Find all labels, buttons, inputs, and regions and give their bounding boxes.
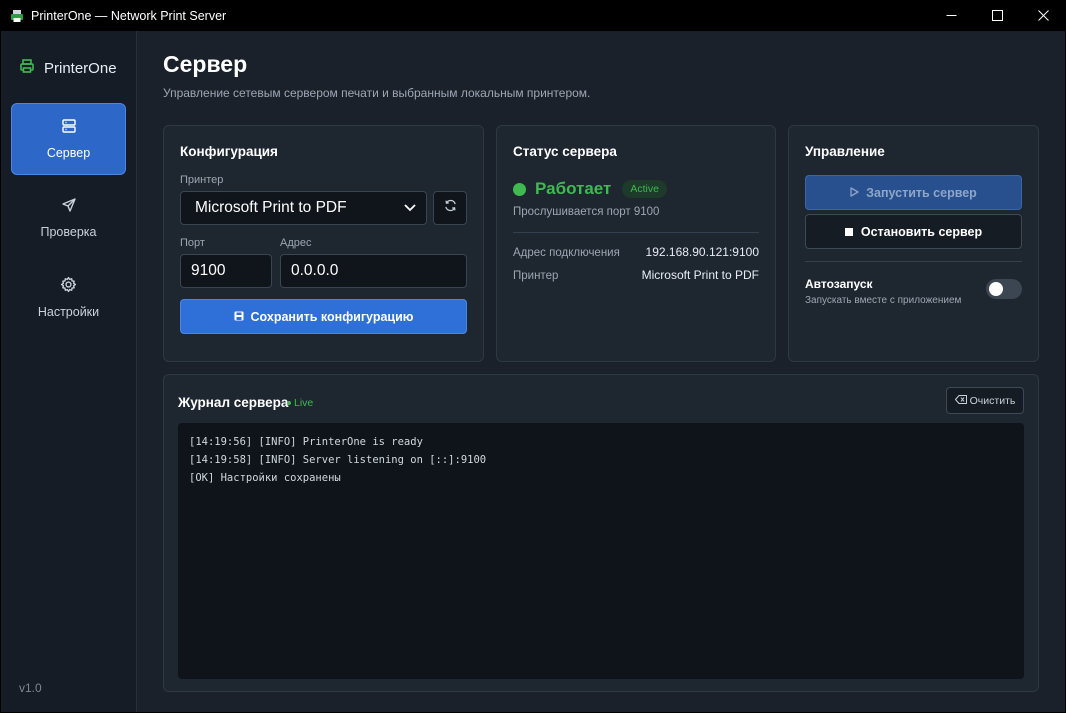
clear-log-label: Очистить — [969, 394, 1016, 407]
live-label: Live — [294, 397, 314, 409]
page-title: Сервер — [163, 51, 248, 77]
save-config-label: Сохранить конфигурацию — [250, 309, 414, 324]
connection-address-label: Адрес подключения — [513, 247, 620, 259]
config-card: Конфигурация Принтер Microsoft Print to … — [163, 125, 484, 362]
start-server-button[interactable]: Запустить сервер — [805, 175, 1022, 210]
log-line: [14:19:58] [INFO] Server listening on [:… — [189, 454, 487, 466]
autostart-toggle[interactable] — [986, 279, 1022, 299]
stop-server-button[interactable]: Остановить сервер — [805, 214, 1022, 249]
address-label: Адрес — [280, 237, 312, 249]
sidebar-item-label: Проверка — [40, 225, 97, 239]
window-title: PrinterOne — Network Print Server — [31, 8, 227, 23]
server-icon — [61, 118, 77, 139]
start-server-label: Запустить сервер — [866, 185, 977, 200]
printer-icon — [19, 58, 35, 79]
app-version: v1.0 — [19, 681, 42, 695]
status-printer-value: Microsoft Print to PDF — [641, 268, 759, 282]
sidebar-item-settings[interactable]: Настройки — [11, 261, 126, 333]
printer-label: Принтер — [180, 174, 224, 186]
floppy-disk-icon — [234, 310, 244, 324]
refresh-icon — [444, 199, 457, 217]
close-button[interactable] — [1020, 0, 1066, 31]
status-badge: Active — [622, 180, 667, 198]
log-output[interactable]: [14:19:56] [INFO] PrinterOne is ready [1… — [178, 423, 1024, 679]
brand-name: PrinterOne — [44, 60, 117, 77]
gear-icon — [60, 276, 77, 298]
app-window: PrinterOne Сервер Проверка Настройки v1.… — [1, 31, 1065, 712]
connection-address-value: 192.168.90.121:9100 — [645, 245, 759, 259]
send-icon — [61, 197, 77, 218]
title-bar: PrinterOne — Network Print Server — [0, 0, 1066, 31]
log-line: [14:19:56] [INFO] PrinterOne is ready — [189, 436, 423, 448]
status-card: Статус сервера Работает Active Прослушив… — [496, 125, 776, 362]
config-title: Конфигурация — [180, 144, 278, 159]
control-divider — [805, 261, 1022, 262]
status-indicator: Работает Active — [513, 179, 667, 199]
address-input-value: 0.0.0.0 — [291, 262, 339, 279]
port-input[interactable]: 9100 — [180, 254, 272, 288]
control-title: Управление — [805, 144, 885, 159]
minimize-button[interactable] — [928, 0, 974, 31]
address-input[interactable]: 0.0.0.0 — [280, 254, 467, 288]
status-divider — [513, 232, 759, 233]
log-title: Журнал сервера — [178, 395, 289, 410]
stop-server-label: Остановить сервер — [860, 224, 983, 239]
live-dot-icon — [287, 401, 291, 405]
sidebar-item-check[interactable]: Проверка — [11, 182, 126, 254]
maximize-button[interactable] — [974, 0, 1020, 31]
control-card: Управление Запустить сервер Остановить с… — [788, 125, 1039, 362]
autostart-description: Запускать вместе с приложением — [805, 295, 962, 306]
listening-port-text: Прослушивается порт 9100 — [513, 206, 660, 218]
toggle-knob — [989, 282, 1003, 296]
sidebar-item-label: Настройки — [37, 304, 100, 319]
chevron-down-icon — [404, 199, 416, 217]
clear-log-button[interactable]: Очистить — [946, 387, 1024, 414]
log-line: [OK] Настройки сохранены — [189, 472, 341, 484]
log-card: Журнал сервера Live Очистить [14:19:56] … — [163, 374, 1039, 692]
refresh-printers-button[interactable] — [433, 191, 467, 225]
save-config-button[interactable]: Сохранить конфигурацию — [180, 299, 467, 334]
page-subtitle: Управление сетевым сервером печати и выб… — [163, 86, 591, 100]
printer-app-icon — [9, 8, 25, 24]
brand: PrinterOne — [19, 58, 117, 79]
printer-select-value: Microsoft Print to PDF — [195, 199, 347, 216]
sidebar: PrinterOne Сервер Проверка Настройки v1.… — [1, 31, 137, 712]
sidebar-item-server[interactable]: Сервер — [11, 103, 126, 175]
status-state: Работает — [535, 179, 612, 198]
status-title: Статус сервера — [513, 144, 617, 159]
printer-select[interactable]: Microsoft Print to PDF — [180, 191, 427, 225]
backspace-icon — [954, 394, 967, 407]
port-input-value: 9100 — [191, 262, 226, 279]
main-content: Сервер Управление сетевым сервером печат… — [137, 31, 1065, 712]
autostart-title: Автозапуск — [805, 277, 873, 291]
stop-icon — [844, 225, 853, 239]
play-icon — [850, 186, 859, 200]
live-indicator: Live — [287, 397, 313, 409]
port-label: Порт — [180, 237, 205, 249]
status-printer-label: Принтер — [513, 270, 559, 282]
status-dot-icon — [513, 182, 526, 196]
sidebar-item-label: Сервер — [46, 146, 91, 160]
